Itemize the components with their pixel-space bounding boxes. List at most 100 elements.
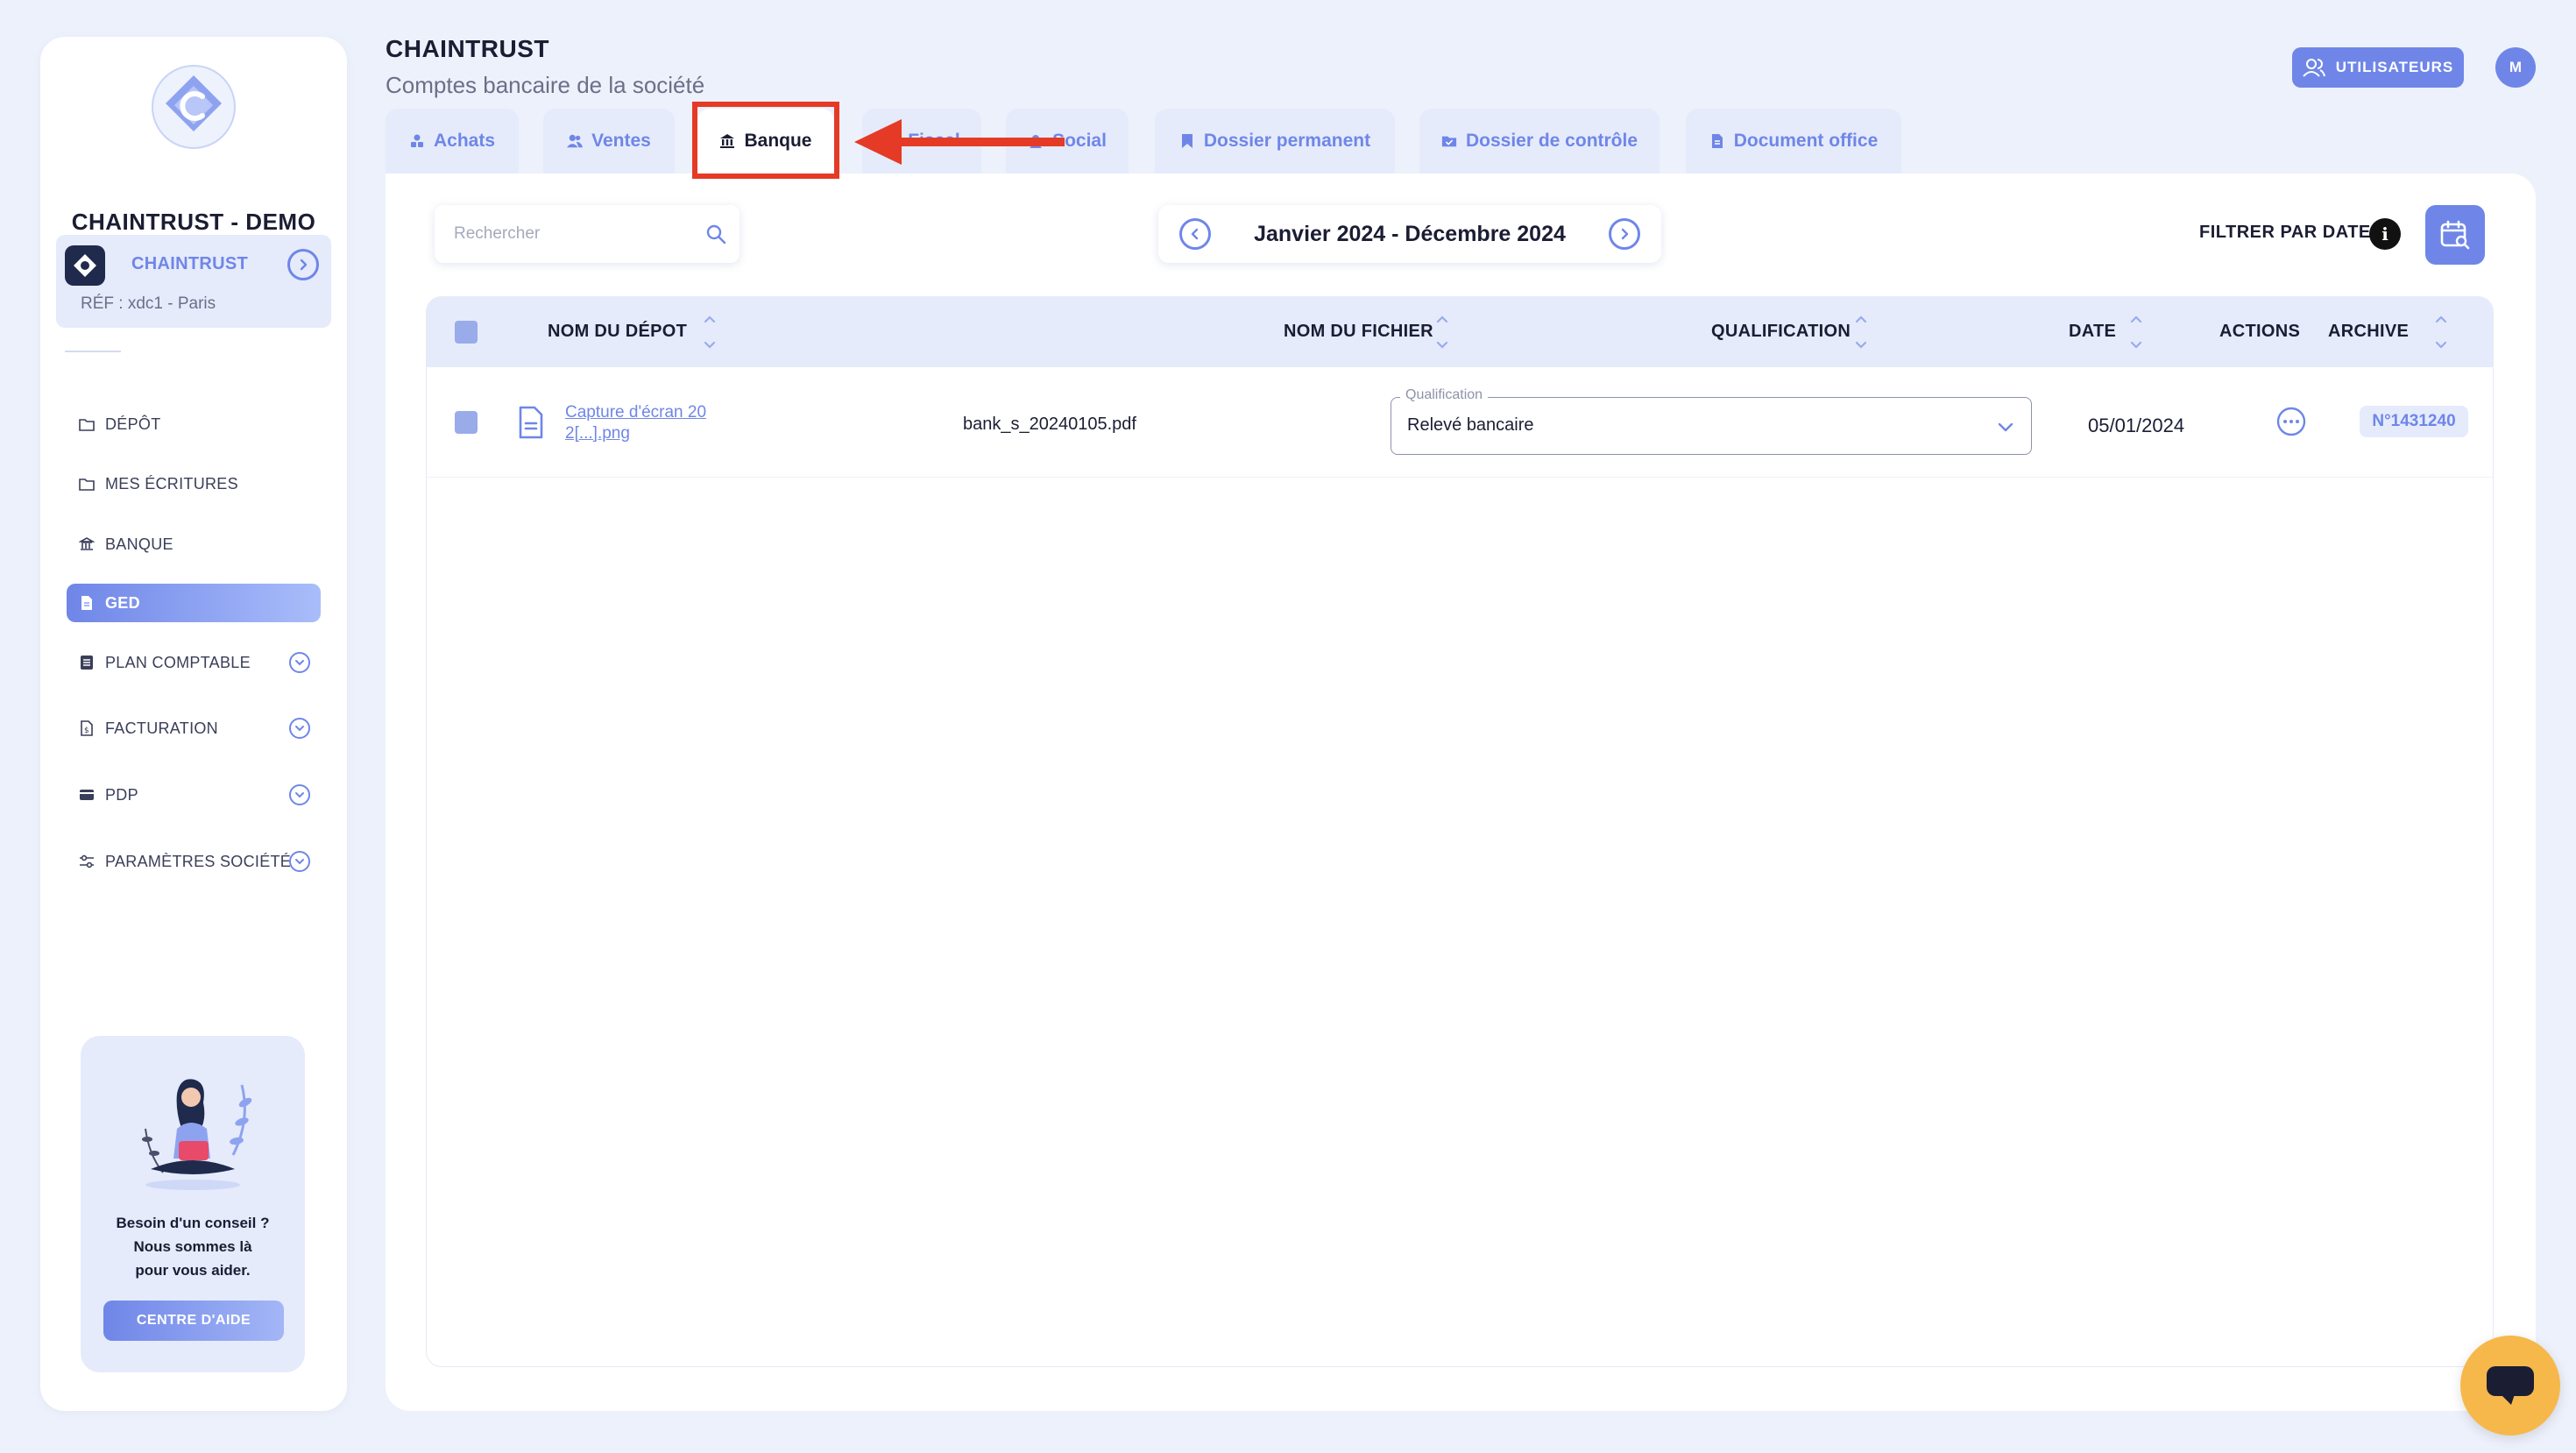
file-icon	[1709, 133, 1725, 149]
sort-icon[interactable]	[2128, 309, 2144, 355]
users-icon	[567, 133, 584, 149]
chevron-down-icon	[1998, 422, 2013, 432]
card-icon	[79, 787, 95, 803]
chevron-down-icon[interactable]	[289, 784, 310, 805]
company-card-name: CHAINTRUST	[131, 254, 248, 273]
next-period-button[interactable]	[1609, 218, 1640, 250]
chaintrust-logo	[152, 65, 236, 149]
sort-icon[interactable]	[1434, 309, 1450, 355]
search-icon[interactable]	[704, 223, 727, 245]
document-icon	[79, 595, 95, 611]
period-label: Janvier 2024 - Décembre 2024	[1254, 222, 1566, 246]
bookmark-icon	[1179, 133, 1195, 149]
help-card: Besoin d'un conseil ? Nous sommes là pou…	[81, 1036, 305, 1372]
more-actions-icon[interactable]	[2275, 406, 2307, 437]
page-subtitle: Comptes bancaire de la société	[386, 72, 705, 98]
qualification-select[interactable]: Qualification Relevé bancaire	[1391, 387, 2032, 455]
column-header-date: DATE	[2069, 322, 2117, 341]
tab-document-office[interactable]: Document office	[1686, 109, 1901, 174]
sidebar-item-label: GED	[105, 593, 140, 612]
tab-dossier-permanent[interactable]: Dossier permanent	[1155, 109, 1395, 174]
qualification-value: Relevé bancaire	[1407, 415, 1534, 435]
column-header-qualification: QUALIFICATION	[1711, 322, 1851, 341]
tab-label: Banque	[744, 131, 812, 151]
folder-icon	[79, 476, 95, 492]
select-all-checkbox[interactable]	[455, 321, 478, 344]
calendar-search-button[interactable]	[2425, 205, 2485, 265]
company-badge-icon	[65, 245, 105, 286]
column-header-archive: ARCHIVE	[2328, 322, 2410, 341]
depot-file-link-line: 2[...].png	[565, 424, 630, 443]
sidebar-item-parametres-societe[interactable]: PARAMÈTRES SOCIÉTÉ	[67, 842, 321, 881]
sort-icon[interactable]	[702, 309, 718, 355]
chat-button[interactable]	[2460, 1336, 2560, 1435]
users-icon	[2303, 59, 2325, 77]
search-input[interactable]	[452, 221, 689, 247]
help-text: Besoin d'un conseil ? Nous sommes là pou…	[81, 1211, 305, 1282]
period-selector: Janvier 2024 - Décembre 2024	[1158, 205, 1661, 263]
sidebar-item-ged[interactable]: GED	[67, 584, 321, 622]
calendar-search-icon	[2440, 220, 2470, 250]
sidebar-item-label: PARAMÈTRES SOCIÉTÉ	[105, 852, 292, 870]
sidebar-item-label: BANQUE	[105, 535, 173, 553]
help-text-line: pour vous aider.	[135, 1262, 251, 1279]
sidebar-item-label: PLAN COMPTABLE	[105, 653, 251, 671]
ledger-icon	[79, 655, 95, 670]
column-header-fichier: NOM DU FICHIER	[1284, 322, 1433, 341]
page-title: CHAINTRUST	[386, 35, 549, 62]
depot-file-link[interactable]: Capture d'écran 20 2[...].png	[565, 402, 723, 444]
info-icon[interactable]: i	[2369, 218, 2401, 250]
chevron-right-icon	[300, 259, 308, 271]
company-card-ref: RÉF : xdc1 - Paris	[81, 294, 216, 313]
sidebar-item-label: PDP	[105, 785, 138, 804]
bank-icon	[719, 133, 735, 149]
users-button[interactable]: UTILISATEURS	[2292, 47, 2464, 88]
row-date: 05/01/2024	[2088, 415, 2185, 436]
company-card[interactable]: CHAINTRUST RÉF : xdc1 - Paris	[56, 235, 331, 328]
sidebar-divider	[65, 351, 121, 352]
column-header-depot: NOM DU DÉPOT	[548, 322, 688, 341]
chevron-down-icon[interactable]	[289, 718, 310, 739]
avatar[interactable]: M	[2495, 47, 2536, 88]
sidebar-item-label: FACTURATION	[105, 719, 218, 737]
chat-icon	[2487, 1366, 2534, 1405]
archive-badge[interactable]: N°1431240	[2360, 406, 2468, 437]
sidebar-item-pdp[interactable]: PDP	[67, 776, 321, 814]
folder-check-icon	[1441, 133, 1457, 149]
annotation-arrow-icon	[854, 119, 1065, 165]
tab-achats[interactable]: Achats	[386, 109, 519, 174]
column-header-actions: ACTIONS	[2219, 322, 2301, 341]
sidebar-item-depot[interactable]: DÉPÔT	[67, 405, 321, 443]
tab-label: Achats	[433, 131, 496, 151]
sidebar-item-plan-comptable[interactable]: PLAN COMPTABLE	[67, 643, 321, 682]
chevron-down-icon[interactable]	[289, 652, 310, 673]
sidebar-item-banque[interactable]: BANQUE	[67, 525, 321, 563]
help-illustration	[142, 1079, 252, 1190]
tab-label: Ventes	[591, 131, 651, 151]
row-checkbox[interactable]	[455, 411, 478, 434]
company-switch-button[interactable]	[287, 249, 319, 280]
filter-by-date-label: FILTRER PAR DATE	[2199, 223, 2371, 242]
tab-ventes[interactable]: Ventes	[543, 109, 675, 174]
sidebar-item-mes-ecritures[interactable]: MES ÉCRITURES	[67, 464, 321, 503]
tab-label: Dossier permanent	[1203, 131, 1371, 151]
search-box[interactable]	[435, 205, 740, 263]
chevron-down-icon[interactable]	[289, 851, 310, 872]
sort-icon[interactable]	[2433, 309, 2449, 355]
sort-icon[interactable]	[1853, 309, 1869, 355]
table-row: Capture d'écran 20 2[...].png bank_s_202…	[427, 367, 2493, 478]
users-button-label: UTILISATEURS	[2335, 59, 2454, 75]
qualification-legend: Qualification	[1400, 387, 1489, 403]
tab-dossier-de-controle[interactable]: Dossier de contrôle	[1419, 109, 1660, 174]
file-name: bank_s_20240105.pdf	[963, 415, 1136, 434]
tab-label: Dossier de contrôle	[1465, 131, 1638, 151]
help-center-button[interactable]: CENTRE D'AIDE	[103, 1301, 284, 1341]
bank-icon	[79, 536, 95, 552]
invoice-icon: $	[79, 720, 95, 736]
depot-file-link-line: Capture d'écran 20	[565, 403, 707, 422]
sidebar-item-label: MES ÉCRITURES	[105, 474, 238, 493]
sidebar-item-facturation[interactable]: $ FACTURATION	[67, 709, 321, 748]
company-name: CHAINTRUST - DEMO	[71, 209, 316, 235]
tab-label: Document office	[1733, 131, 1879, 151]
tab-banque[interactable]: Banque	[697, 109, 834, 174]
